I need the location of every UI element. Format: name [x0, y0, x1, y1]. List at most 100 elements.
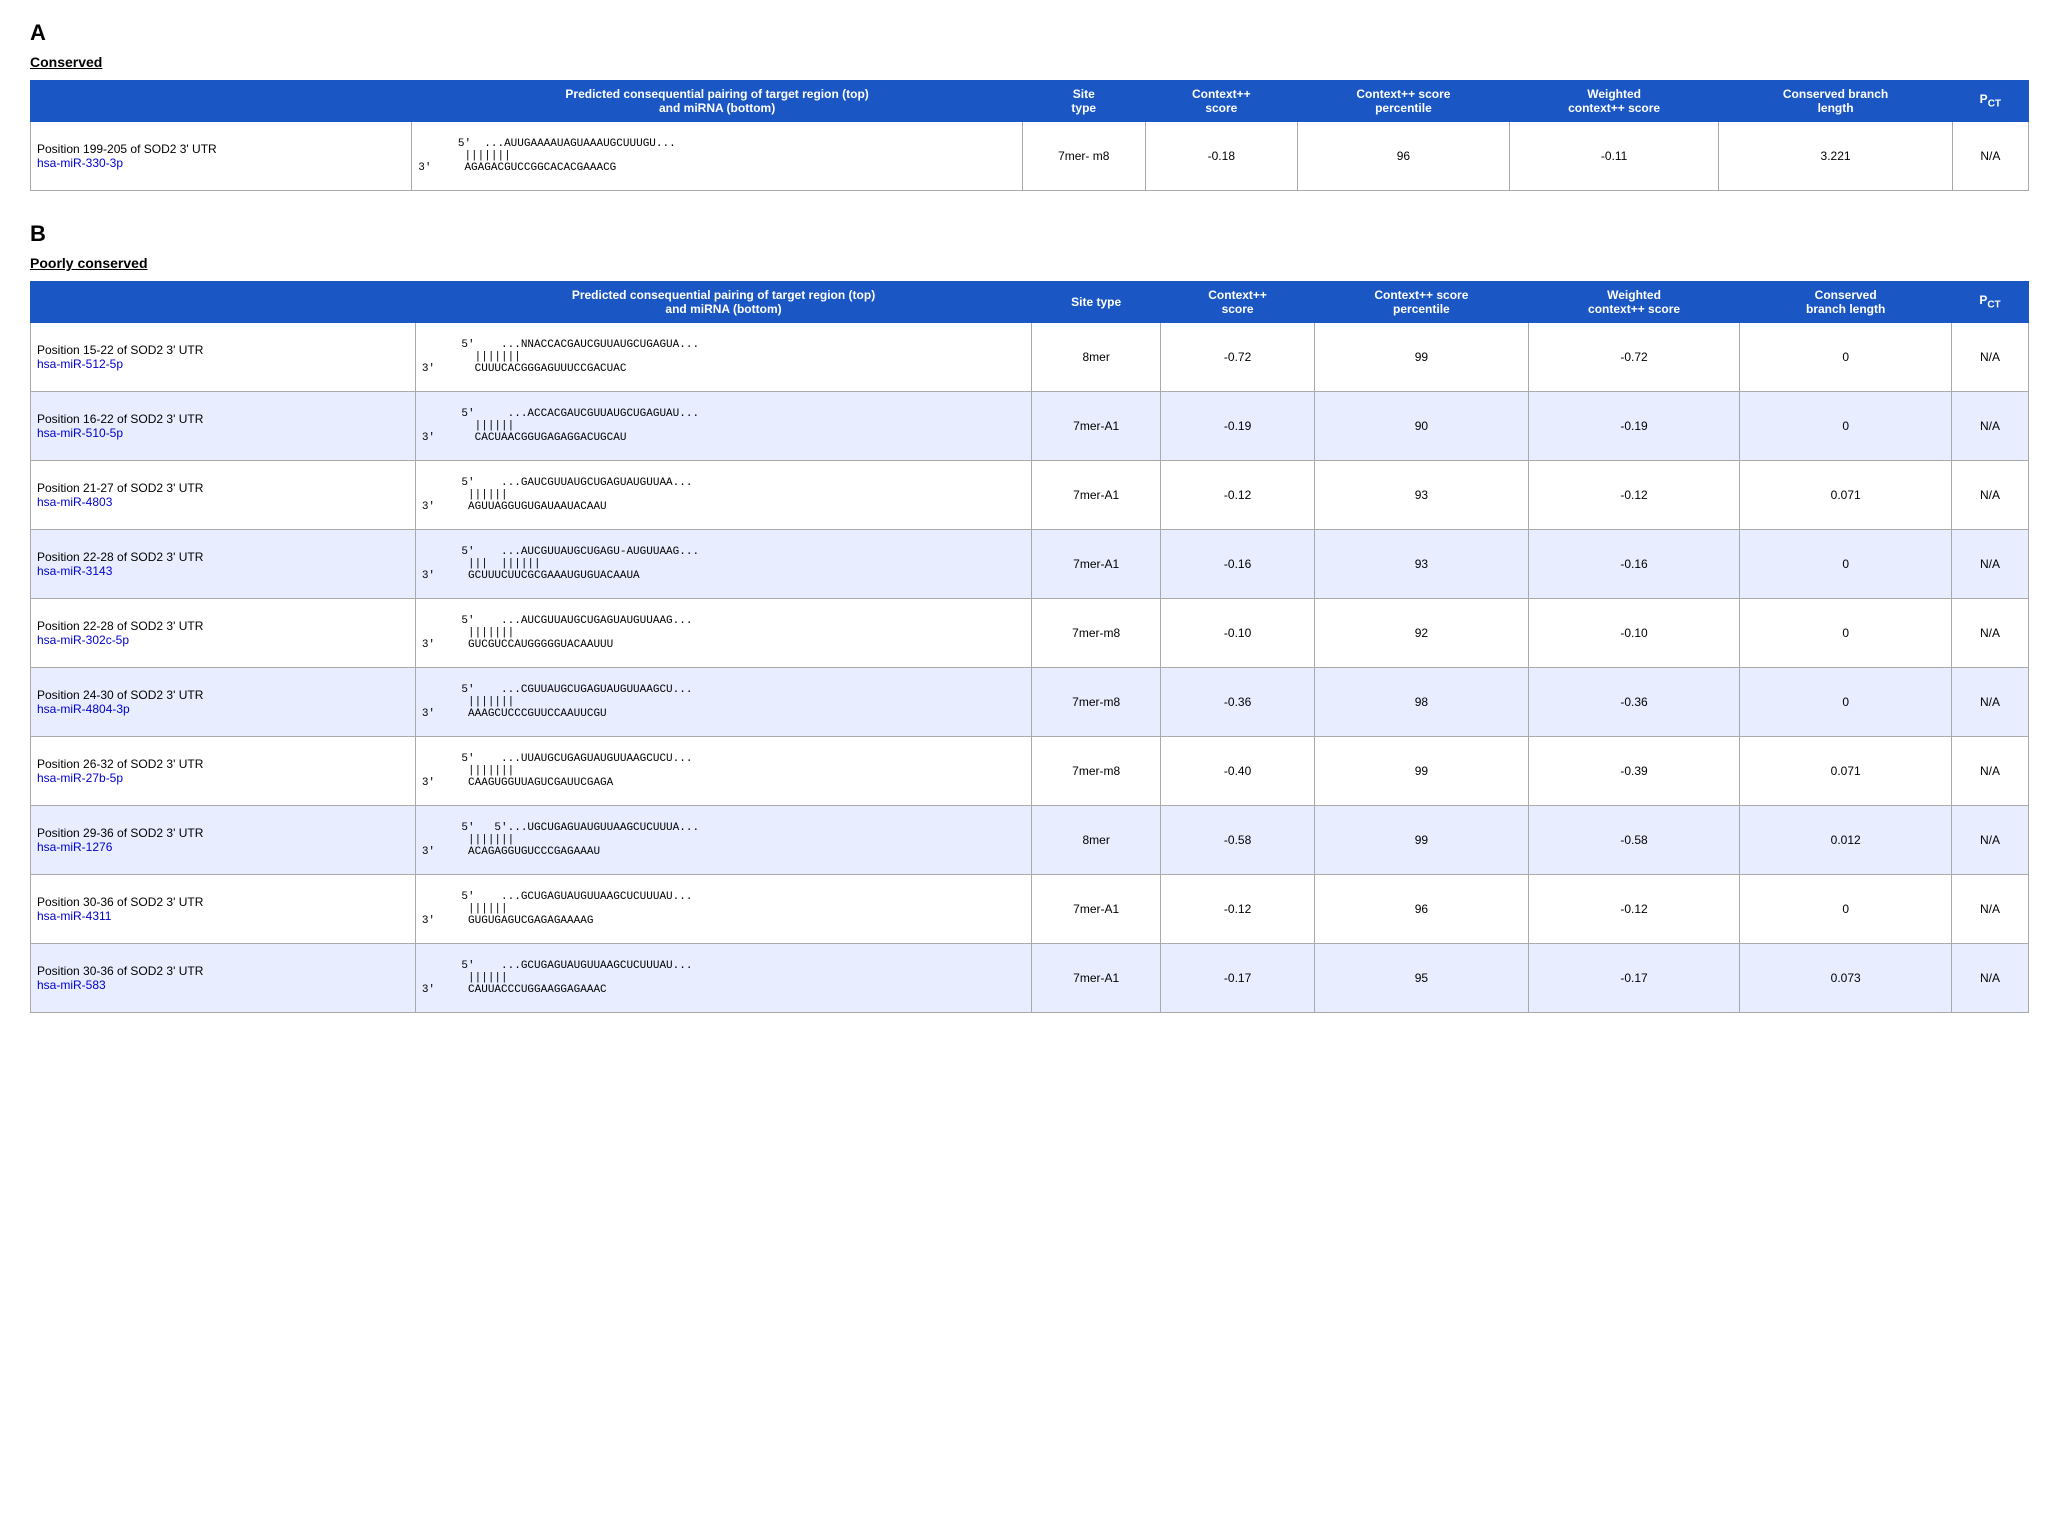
weighted-score-cell: -0.16: [1528, 530, 1740, 599]
site-type-cell: 7mer-m8: [1032, 668, 1161, 737]
table-row: Position 16-22 of SOD2 3' UTR hsa-miR-51…: [31, 392, 2029, 461]
table-row: Position 15-22 of SOD2 3' UTR hsa-miR-51…: [31, 323, 2029, 392]
sequence-cell: 5' ...NNACCACGAUCGUUAUGCUGAGUA... ||||||…: [415, 323, 1031, 392]
site-type-cell: 8mer: [1032, 323, 1161, 392]
percentile-cell: 93: [1315, 530, 1529, 599]
site-type-cell: 7mer-A1: [1032, 944, 1161, 1013]
site-type-cell: 7mer- m8: [1022, 122, 1145, 191]
percentile-cell: 99: [1315, 737, 1529, 806]
weighted-score-cell: -0.12: [1528, 875, 1740, 944]
percentile-cell: 96: [1315, 875, 1529, 944]
site-type-cell: 7mer-A1: [1032, 392, 1161, 461]
sequence-cell: 5' ...ACCACGAUCGUUAUGCUGAGUAU... |||||| …: [415, 392, 1031, 461]
site-type-cell: 7mer-m8: [1032, 599, 1161, 668]
table-row: Position 22-28 of SOD2 3' UTR hsa-miR-31…: [31, 530, 2029, 599]
table-row: Position 199-205 of SOD2 3' UTR hsa-miR-…: [31, 122, 2029, 191]
branch-length-cell: 0: [1740, 530, 1952, 599]
site-type-cell: 8mer: [1032, 806, 1161, 875]
sequence-cell: 5' ...GCUGAGUAUGUUAAGCUCUUUAU... |||||| …: [415, 875, 1031, 944]
position-cell: Position 16-22 of SOD2 3' UTR hsa-miR-51…: [31, 392, 416, 461]
section-b-title: Poorly conserved: [30, 255, 2029, 271]
position-cell: Position 30-36 of SOD2 3' UTR hsa-miR-58…: [31, 944, 416, 1013]
percentile-cell: 92: [1315, 599, 1529, 668]
position-cell: Position 30-36 of SOD2 3' UTR hsa-miR-43…: [31, 875, 416, 944]
col-weighted-header-b: Weightedcontext++ score: [1528, 282, 1740, 323]
sequence-cell: 5' ...CGUUAUGCUGAGUAUGUUAAGCU... |||||||…: [415, 668, 1031, 737]
sequence-cell: 5' ...AUUGAAAAUAGUAAAUGCUUUGU... |||||||…: [412, 122, 1023, 191]
conserved-table: Predicted consequential pairing of targe…: [30, 80, 2029, 191]
sequence-cell: 5' ...AUCGUUAUGCUGAGUAUGUUAAG... |||||||…: [415, 599, 1031, 668]
col-branch-header-b: Conservedbranch length: [1740, 282, 1952, 323]
pct-cell: N/A: [1952, 392, 2029, 461]
weighted-score-cell: -0.39: [1528, 737, 1740, 806]
col-percentile-header-a: Context++ scorepercentile: [1298, 81, 1510, 122]
context-score-cell: -0.18: [1145, 122, 1298, 191]
col-site-header-b: Site type: [1032, 282, 1161, 323]
col-weighted-header-a: Weightedcontext++ score: [1509, 81, 1719, 122]
site-type-cell: 7mer-A1: [1032, 461, 1161, 530]
branch-length-cell: 0.071: [1740, 461, 1952, 530]
pct-cell: N/A: [1952, 944, 2029, 1013]
pct-cell: N/A: [1952, 530, 2029, 599]
pct-cell: N/A: [1952, 599, 2029, 668]
col-site-header-a: Sitetype: [1022, 81, 1145, 122]
table-row: Position 21-27 of SOD2 3' UTR hsa-miR-48…: [31, 461, 2029, 530]
sequence-cell: 5' ...UUAUGCUGAGUAUGUUAAGCUCU... |||||||…: [415, 737, 1031, 806]
position-cell: Position 199-205 of SOD2 3' UTR hsa-miR-…: [31, 122, 412, 191]
col-pairing-header-b: Predicted consequential pairing of targe…: [415, 282, 1031, 323]
percentile-cell: 90: [1315, 392, 1529, 461]
table-row: Position 30-36 of SOD2 3' UTR hsa-miR-58…: [31, 944, 2029, 1013]
col-pct-header-b: PCT: [1952, 282, 2029, 323]
pct-cell: N/A: [1952, 323, 2029, 392]
percentile-cell: 93: [1315, 461, 1529, 530]
context-score-cell: -0.40: [1161, 737, 1315, 806]
col-branch-header-a: Conserved branchlength: [1719, 81, 1952, 122]
weighted-score-cell: -0.58: [1528, 806, 1740, 875]
branch-length-cell: 0: [1740, 323, 1952, 392]
context-score-cell: -0.12: [1161, 875, 1315, 944]
branch-length-cell: 0: [1740, 875, 1952, 944]
pct-cell: N/A: [1952, 668, 2029, 737]
pct-cell: N/A: [1952, 122, 2028, 191]
percentile-cell: 98: [1315, 668, 1529, 737]
section-b: B Poorly conserved Predicted consequenti…: [30, 221, 2029, 1013]
branch-length-cell: 0.073: [1740, 944, 1952, 1013]
percentile-cell: 99: [1315, 323, 1529, 392]
position-cell: Position 29-36 of SOD2 3' UTR hsa-miR-12…: [31, 806, 416, 875]
branch-length-cell: 0.012: [1740, 806, 1952, 875]
pct-cell: N/A: [1952, 875, 2029, 944]
col-context-header-b: Context++score: [1161, 282, 1315, 323]
site-type-cell: 7mer-A1: [1032, 530, 1161, 599]
pct-cell: N/A: [1952, 737, 2029, 806]
position-cell: Position 24-30 of SOD2 3' UTR hsa-miR-48…: [31, 668, 416, 737]
table-row: Position 26-32 of SOD2 3' UTR hsa-miR-27…: [31, 737, 2029, 806]
context-score-cell: -0.10: [1161, 599, 1315, 668]
position-cell: Position 26-32 of SOD2 3' UTR hsa-miR-27…: [31, 737, 416, 806]
context-score-cell: -0.58: [1161, 806, 1315, 875]
weighted-score-cell: -0.12: [1528, 461, 1740, 530]
weighted-score-cell: -0.17: [1528, 944, 1740, 1013]
context-score-cell: -0.16: [1161, 530, 1315, 599]
branch-length-cell: 0: [1740, 599, 1952, 668]
branch-length-cell: 0: [1740, 668, 1952, 737]
percentile-cell: 95: [1315, 944, 1529, 1013]
table-row: Position 30-36 of SOD2 3' UTR hsa-miR-43…: [31, 875, 2029, 944]
site-type-cell: 7mer-m8: [1032, 737, 1161, 806]
sequence-cell: 5' ...AUCGUUAUGCUGAGU-AUGUUAAG... ||| ||…: [415, 530, 1031, 599]
sequence-cell: 5' 5'...UGCUGAGUAUGUUAAGCUCUUUA... |||||…: [415, 806, 1031, 875]
context-score-cell: -0.36: [1161, 668, 1315, 737]
weighted-score-cell: -0.72: [1528, 323, 1740, 392]
table-row: Position 24-30 of SOD2 3' UTR hsa-miR-48…: [31, 668, 2029, 737]
table-row: Position 29-36 of SOD2 3' UTR hsa-miR-12…: [31, 806, 2029, 875]
col-pct-header-a: PCT: [1952, 81, 2028, 122]
section-b-letter: B: [30, 221, 2029, 247]
section-a-letter: A: [30, 20, 2029, 46]
branch-length-cell: 0: [1740, 392, 1952, 461]
section-a: A Conserved Predicted consequential pair…: [30, 20, 2029, 191]
col-context-header-a: Context++score: [1145, 81, 1298, 122]
sequence-cell: 5' ...GCUGAGUAUGUUAAGCUCUUUAU... |||||| …: [415, 944, 1031, 1013]
percentile-cell: 99: [1315, 806, 1529, 875]
weighted-score-cell: -0.36: [1528, 668, 1740, 737]
pct-cell: N/A: [1952, 461, 2029, 530]
weighted-score-cell: -0.19: [1528, 392, 1740, 461]
